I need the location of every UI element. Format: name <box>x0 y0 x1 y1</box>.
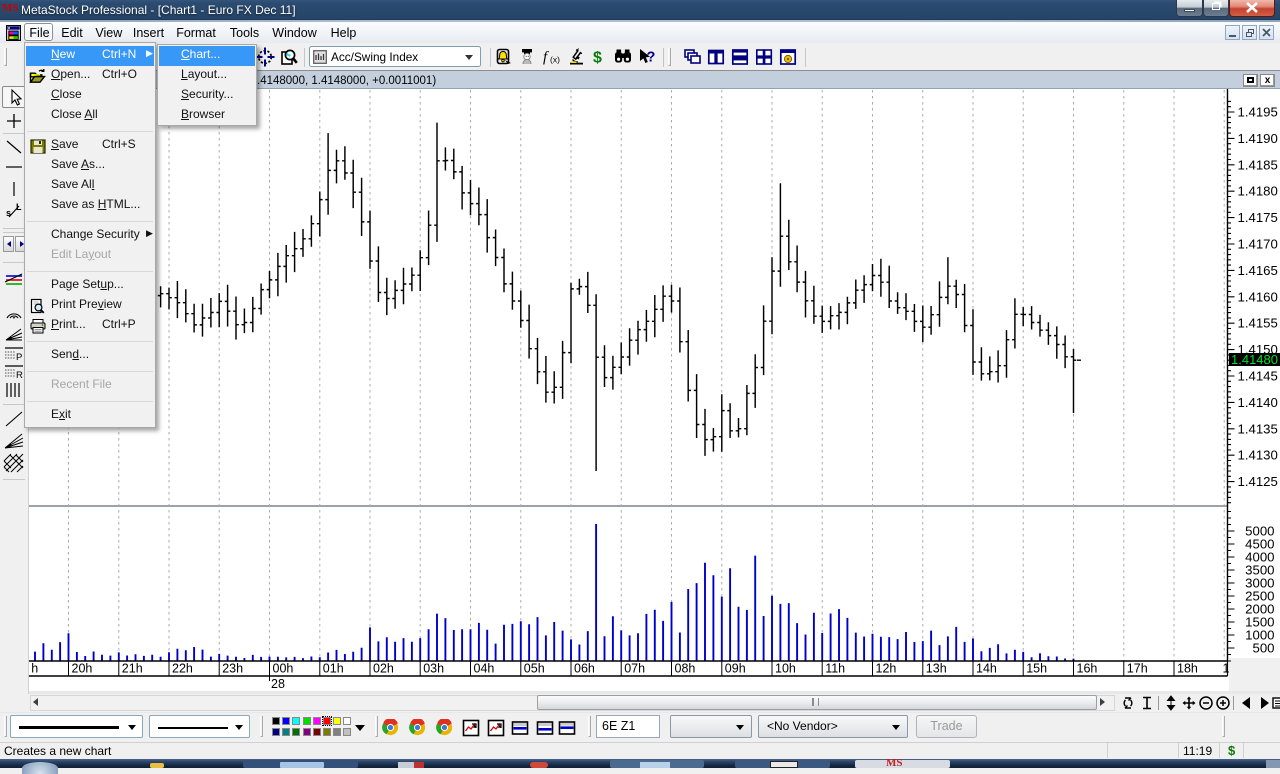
svg-text:07h: 07h <box>624 662 645 676</box>
svg-text:1: 1 <box>1223 662 1230 676</box>
svg-text:(x): (x) <box>550 55 560 65</box>
svg-text:01h: 01h <box>323 662 344 676</box>
svg-text:15h: 15h <box>1026 662 1047 676</box>
svg-text:2000: 2000 <box>1245 602 1274 617</box>
svg-text:1.4140: 1.4140 <box>1238 395 1278 410</box>
svg-text:1.4165: 1.4165 <box>1238 263 1278 278</box>
svg-text:12h: 12h <box>876 662 897 676</box>
svg-text:1.4170: 1.4170 <box>1238 237 1278 252</box>
svg-text:1.4190: 1.4190 <box>1238 131 1278 146</box>
svg-text:11h: 11h <box>825 662 845 676</box>
svg-text:3500: 3500 <box>1245 563 1274 578</box>
svg-text:20h: 20h <box>72 662 93 676</box>
svg-text:?: ? <box>647 50 656 66</box>
svg-text:1.4125: 1.4125 <box>1238 474 1278 489</box>
svg-text:1.4160: 1.4160 <box>1238 289 1278 304</box>
svg-text:28: 28 <box>271 677 285 691</box>
svg-text:4000: 4000 <box>1245 550 1274 565</box>
svg-text:h: h <box>31 662 38 676</box>
svg-text:1.4130: 1.4130 <box>1238 448 1278 463</box>
svg-text:1000: 1000 <box>1245 628 1274 643</box>
svg-text:s: s <box>6 208 11 218</box>
svg-text:1.4195: 1.4195 <box>1238 105 1278 120</box>
svg-text:2500: 2500 <box>1245 589 1274 604</box>
svg-text:1.4155: 1.4155 <box>1238 316 1278 331</box>
svg-text:08h: 08h <box>675 662 696 676</box>
svg-text:06h: 06h <box>574 662 595 676</box>
svg-text:23h: 23h <box>222 662 243 676</box>
svg-text:00h: 00h <box>273 662 294 676</box>
svg-text:1500: 1500 <box>1245 615 1274 630</box>
svg-text:4500: 4500 <box>1245 537 1274 552</box>
svg-text:14h: 14h <box>976 662 997 676</box>
svg-text:17h: 17h <box>1127 662 1148 676</box>
svg-text:500: 500 <box>1252 641 1274 656</box>
svg-text:22h: 22h <box>172 662 193 676</box>
svg-text:1.4185: 1.4185 <box>1238 157 1278 172</box>
svg-text:$: $ <box>593 50 602 67</box>
svg-text:1.4135: 1.4135 <box>1238 421 1278 436</box>
svg-text:03h: 03h <box>423 662 444 676</box>
svg-text:04h: 04h <box>474 662 495 676</box>
svg-text:05h: 05h <box>524 662 545 676</box>
svg-text:5000: 5000 <box>1245 524 1274 539</box>
svg-text:09h: 09h <box>725 662 746 676</box>
svg-text:21h: 21h <box>122 662 143 676</box>
svg-text:18h: 18h <box>1177 662 1198 676</box>
svg-text:L: L <box>16 202 22 212</box>
svg-text:1.41480: 1.41480 <box>1231 352 1278 367</box>
svg-text:3000: 3000 <box>1245 576 1274 591</box>
svg-text:02h: 02h <box>373 662 394 676</box>
svg-text:16h: 16h <box>1077 662 1098 676</box>
svg-text:1.4145: 1.4145 <box>1238 369 1278 384</box>
svg-text:1.4175: 1.4175 <box>1238 210 1278 225</box>
svg-text:10h: 10h <box>775 662 796 676</box>
svg-text:1.4180: 1.4180 <box>1238 184 1278 199</box>
svg-text:f: f <box>543 50 549 66</box>
svg-text:13h: 13h <box>926 662 947 676</box>
